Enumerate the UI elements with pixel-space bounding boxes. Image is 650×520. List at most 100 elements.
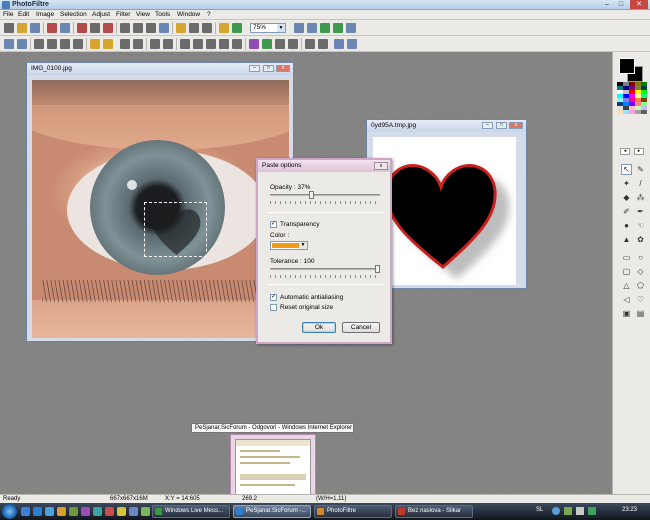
menu-file[interactable]: File xyxy=(3,11,13,18)
cancel-button[interactable]: Cancel xyxy=(342,322,380,333)
advanced-brush-tool-icon[interactable]: ✒ xyxy=(635,206,646,217)
soften-icon[interactable] xyxy=(219,39,229,49)
folder-icon[interactable] xyxy=(57,507,66,516)
contrast-down-icon[interactable] xyxy=(60,39,70,49)
menu-image[interactable]: Image xyxy=(36,11,54,18)
task-button-photofiltre[interactable]: PhotoFiltre xyxy=(314,505,392,518)
blur-icon[interactable] xyxy=(180,39,190,49)
heart-image[interactable] xyxy=(373,137,516,285)
app-icon[interactable] xyxy=(141,507,150,516)
ellipse-selection-icon[interactable]: ○ xyxy=(635,252,646,263)
foreground-color-swatch[interactable] xyxy=(619,58,635,74)
line-tool-icon[interactable]: / xyxy=(635,178,646,189)
close-icon[interactable]: ✕ xyxy=(630,0,648,9)
color-picker-tool-icon[interactable]: ✎ xyxy=(635,164,646,175)
minimize-icon[interactable]: – xyxy=(249,65,260,72)
app-icon[interactable] xyxy=(129,507,138,516)
menu-filter[interactable]: Filter xyxy=(116,11,130,18)
rounded-rect-selection-icon[interactable]: ▢ xyxy=(621,266,632,277)
zoom-out-icon[interactable] xyxy=(307,23,317,33)
show-desktop-icon[interactable] xyxy=(21,507,30,516)
start-button[interactable] xyxy=(2,504,17,519)
magic-wand-tool-icon[interactable]: ✦ xyxy=(621,178,632,189)
internet-explorer-icon[interactable] xyxy=(33,507,42,516)
eye-image[interactable] xyxy=(32,80,289,338)
polygon-selection-icon[interactable]: ⬠ xyxy=(635,280,646,291)
rotate-right-icon[interactable] xyxy=(318,39,328,49)
menu-tools[interactable]: Tools xyxy=(155,11,170,18)
opacity-slider-thumb[interactable] xyxy=(308,191,314,199)
brightness-down-icon[interactable] xyxy=(34,39,44,49)
fill-tool-icon[interactable]: ◆ xyxy=(621,192,632,203)
smooth-icon[interactable] xyxy=(206,39,216,49)
spray-tool-icon[interactable]: ⁂ xyxy=(635,192,646,203)
new-file-icon[interactable] xyxy=(4,23,14,33)
maximize-icon[interactable]: □ xyxy=(614,0,628,9)
menu-window[interactable]: Window xyxy=(177,11,200,18)
volume-icon[interactable] xyxy=(576,507,584,515)
copy-icon[interactable] xyxy=(133,23,143,33)
selection-options-icon[interactable]: ▤ xyxy=(635,308,646,319)
scan-icon[interactable] xyxy=(60,23,70,33)
maximize-icon[interactable]: □ xyxy=(263,65,274,72)
menu-view[interactable]: View xyxy=(136,11,150,18)
tolerance-slider-thumb[interactable] xyxy=(375,265,380,273)
open-file-icon[interactable] xyxy=(17,23,27,33)
paste-icon[interactable] xyxy=(146,23,156,33)
task-button-messenger[interactable]: Windows Live Mess... xyxy=(152,505,230,518)
cut-icon[interactable] xyxy=(120,23,130,33)
menu-selection[interactable]: Selection xyxy=(60,11,87,18)
close-icon[interactable]: x xyxy=(276,65,290,72)
custom-shape-selection-icon[interactable]: ♡ xyxy=(635,294,646,305)
diamond-selection-icon[interactable]: ◇ xyxy=(635,266,646,277)
palette-prev-icon[interactable]: ◂ xyxy=(620,148,630,155)
transparency-checkbox[interactable]: ✓ xyxy=(270,221,277,228)
sepia-icon[interactable] xyxy=(163,39,173,49)
saturation-up-icon[interactable] xyxy=(133,39,143,49)
smudge-tool-icon[interactable]: ☜ xyxy=(635,220,646,231)
task-button-paint[interactable]: Bez naslova - Slikar xyxy=(395,505,473,518)
color-picker[interactable]: ▼ xyxy=(270,241,308,250)
pasted-heart-selection[interactable] xyxy=(144,202,207,257)
app-icon[interactable] xyxy=(117,507,126,516)
rectangle-selection-icon[interactable]: ▭ xyxy=(621,252,632,263)
redo-icon[interactable] xyxy=(90,23,100,33)
brush-tool-icon[interactable]: ✐ xyxy=(621,206,632,217)
auto-level-icon[interactable] xyxy=(4,39,14,49)
undo-icon[interactable] xyxy=(77,23,87,33)
save-icon[interactable] xyxy=(30,23,40,33)
taskbar-window-preview[interactable] xyxy=(230,434,316,502)
antialiasing-checkbox[interactable]: ✓ xyxy=(270,294,277,301)
selection-mode-icon[interactable]: ▣ xyxy=(621,308,632,319)
task-button-ie[interactable]: PeSjanar.SicForum -... xyxy=(233,505,311,518)
image-window-eye[interactable]: IMG_0100.jpg – □ x xyxy=(26,62,294,342)
mask-icon[interactable] xyxy=(262,39,272,49)
messenger-icon[interactable] xyxy=(45,507,54,516)
emboss-icon[interactable] xyxy=(232,39,242,49)
auto-contrast-icon[interactable] xyxy=(17,39,27,49)
scan-image-icon[interactable] xyxy=(334,39,344,49)
actual-size-icon[interactable] xyxy=(320,23,330,33)
contrast-up-icon[interactable] xyxy=(73,39,83,49)
language-indicator[interactable]: SL xyxy=(536,507,543,513)
flip-horizontal-icon[interactable] xyxy=(275,39,285,49)
zoom-select[interactable]: 75% ▼ xyxy=(250,23,286,33)
clock[interactable]: 23:23 xyxy=(622,507,637,513)
menu-adjust[interactable]: Adjust xyxy=(92,11,110,18)
flip-vertical-icon[interactable] xyxy=(288,39,298,49)
gamma-down-icon[interactable] xyxy=(90,39,100,49)
repeat-icon[interactable] xyxy=(103,23,113,33)
pattern-tool-icon[interactable]: ✿ xyxy=(635,234,646,245)
close-icon[interactable]: x xyxy=(509,122,523,129)
lasso-selection-icon[interactable]: ◁ xyxy=(621,294,632,305)
image-size-icon[interactable] xyxy=(189,23,199,33)
media-player-icon[interactable] xyxy=(69,507,78,516)
fullscreen-icon[interactable] xyxy=(346,23,356,33)
close-icon[interactable]: x xyxy=(374,162,388,170)
menu-help[interactable]: ? xyxy=(207,11,211,18)
brightness-up-icon[interactable] xyxy=(47,39,57,49)
filter-icon[interactable] xyxy=(232,23,242,33)
print-icon[interactable] xyxy=(47,23,57,33)
paste-as-image-icon[interactable] xyxy=(159,23,169,33)
ok-button[interactable]: Ok xyxy=(302,322,336,333)
